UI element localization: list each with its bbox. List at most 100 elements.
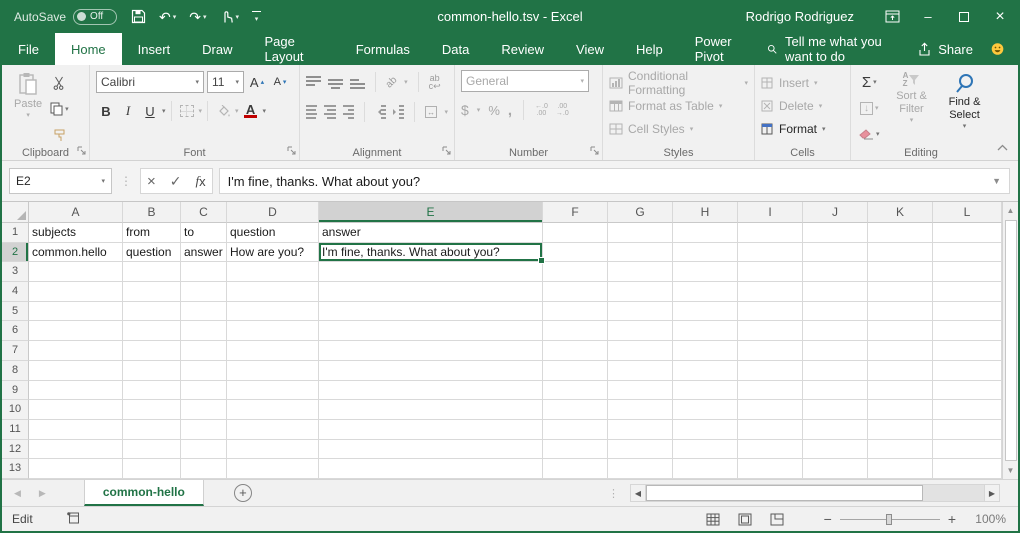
cell-H13[interactable] [673,459,738,479]
undo-button[interactable]: ↶ ▾ [159,10,176,24]
cell-A5[interactable] [29,302,123,322]
cell-I2[interactable] [738,243,803,263]
ribbon-display-options-button[interactable] [874,0,910,33]
cell-B3[interactable] [123,262,181,282]
column-header-D[interactable]: D [227,202,319,223]
cell-J3[interactable] [803,262,868,282]
percent-format-icon[interactable]: % [488,103,500,118]
tab-file[interactable]: File [2,33,55,65]
cell-C8[interactable] [181,361,227,381]
cell-D5[interactable] [227,302,319,322]
tab-power-pivot[interactable]: Power Pivot [679,33,767,65]
cell-E5[interactable] [319,302,543,322]
cell-H12[interactable] [673,440,738,460]
cell-K12[interactable] [868,440,933,460]
font-size-combo[interactable]: 11 ▾ [207,71,244,93]
cell-A13[interactable] [29,459,123,479]
column-header-J[interactable]: J [803,202,868,223]
font-color-dropdown-caret[interactable]: ▾ [263,107,267,115]
cell-B10[interactable] [123,400,181,420]
cell-I4[interactable] [738,282,803,302]
redo-button[interactable]: ↷ ▾ [189,10,206,24]
cell-I8[interactable] [738,361,803,381]
cell-A10[interactable] [29,400,123,420]
cell-A12[interactable] [29,440,123,460]
customize-quick-access-button[interactable]: ▾ [252,11,261,23]
cell-F10[interactable] [543,400,608,420]
fill-button[interactable]: ↓ ▾ [857,97,882,119]
new-sheet-button[interactable]: + [234,484,252,502]
cell-H8[interactable] [673,361,738,381]
cell-H3[interactable] [673,262,738,282]
scroll-right-arrow[interactable]: ▶ [984,484,1000,502]
cell-F7[interactable] [543,341,608,361]
cell-C6[interactable] [181,321,227,341]
cell-I3[interactable] [738,262,803,282]
font-name-combo[interactable]: Calibri ▾ [96,71,204,93]
cell-L7[interactable] [933,341,1002,361]
cell-L1[interactable] [933,223,1002,243]
top-align-icon[interactable] [306,76,321,89]
cell-I7[interactable] [738,341,803,361]
tab-home[interactable]: Home [55,33,122,65]
autosum-button[interactable]: Σ ▾ [857,71,882,93]
cell-G4[interactable] [608,282,673,302]
name-box[interactable]: E2 ▾ [9,168,112,194]
cell-L10[interactable] [933,400,1002,420]
enter-entry-button[interactable]: ✓ [170,173,182,190]
cell-G9[interactable] [608,381,673,401]
row-header-13[interactable]: 13 [2,459,29,479]
column-header-B[interactable]: B [123,202,181,223]
cell-styles-button[interactable]: Cell Styles ▾ [609,118,748,139]
vertical-scrollbar[interactable]: ▲ ▼ [1002,202,1018,479]
tell-me-search[interactable]: Tell me what you want to do [767,34,899,64]
column-header-C[interactable]: C [181,202,227,223]
zoom-slider-thumb[interactable] [886,514,892,525]
cell-D9[interactable] [227,381,319,401]
cell-E3[interactable] [319,262,543,282]
cell-C2[interactable]: answer [181,243,227,263]
cell-G7[interactable] [608,341,673,361]
cell-E6[interactable] [319,321,543,341]
maximize-button[interactable] [946,0,982,33]
cell-H1[interactable] [673,223,738,243]
middle-align-icon[interactable] [328,76,343,89]
cell-F11[interactable] [543,420,608,440]
cell-H7[interactable] [673,341,738,361]
cell-K4[interactable] [868,282,933,302]
cell-B1[interactable]: from [123,223,181,243]
zoom-in-button[interactable]: + [948,511,956,527]
cell-J7[interactable] [803,341,868,361]
wrap-text-icon[interactable]: abc↩ [429,74,441,90]
cell-C1[interactable]: to [181,223,227,243]
cell-E10[interactable] [319,400,543,420]
cell-K5[interactable] [868,302,933,322]
clear-button[interactable]: ▾ [857,123,882,145]
cell-K2[interactable] [868,243,933,263]
fill-color-dropdown-caret[interactable]: ▾ [235,107,239,115]
cell-K7[interactable] [868,341,933,361]
cell-G10[interactable] [608,400,673,420]
cell-C7[interactable] [181,341,227,361]
cell-L4[interactable] [933,282,1002,302]
save-button[interactable] [131,9,146,24]
merge-center-icon[interactable]: ↔ [425,106,438,118]
horizontal-scroll-track[interactable] [646,484,984,502]
cell-I13[interactable] [738,459,803,479]
merge-center-dropdown-caret[interactable]: ▾ [444,108,448,116]
cell-C11[interactable] [181,420,227,440]
align-center-icon[interactable] [324,105,335,119]
column-header-L[interactable]: L [933,202,1002,223]
cell-K3[interactable] [868,262,933,282]
cell-K10[interactable] [868,400,933,420]
underline-dropdown-caret[interactable]: ▾ [162,107,166,115]
cell-D10[interactable] [227,400,319,420]
cell-A9[interactable] [29,381,123,401]
cell-G1[interactable] [608,223,673,243]
cell-B12[interactable] [123,440,181,460]
clipboard-dialog-launcher[interactable] [77,144,86,158]
cell-B2[interactable]: question [123,243,181,263]
underline-button[interactable]: U [140,100,160,122]
row-header-7[interactable]: 7 [2,341,29,361]
formula-input[interactable]: I'm fine, thanks. What about you? ▼ [219,168,1010,194]
